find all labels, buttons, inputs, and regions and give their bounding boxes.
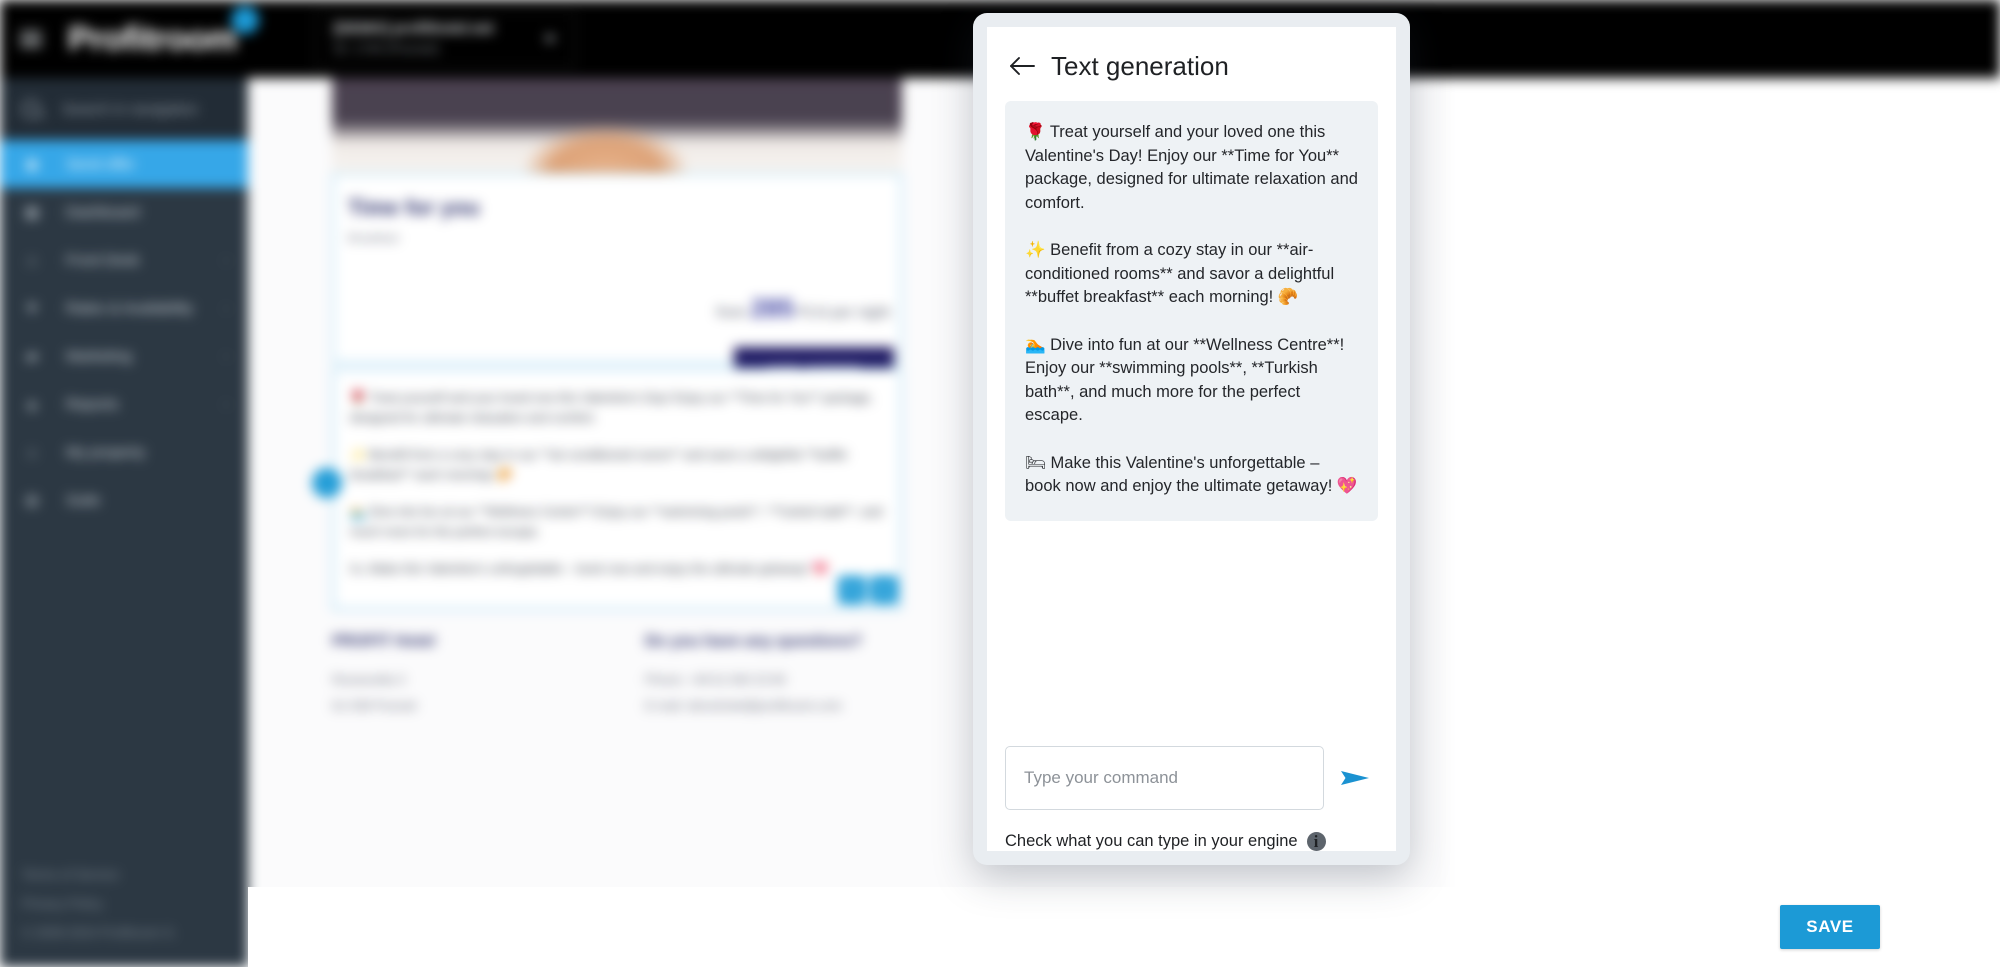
terms-of-service-link[interactable]: Terms of Service <box>22 860 248 889</box>
offer-price: from 285 PLN per night <box>717 293 890 324</box>
hamburger-icon[interactable] <box>20 31 42 47</box>
contact-email: E-mail: demohotel@profitroom.com <box>645 699 842 713</box>
command-input[interactable] <box>1005 746 1324 810</box>
app-window: Profitroom [DEMO] profithotel.net ID: 17… <box>0 0 2000 967</box>
property-icon: ⌂ <box>27 443 37 461</box>
hotel-address-line: 61-538 Poznań <box>332 699 417 713</box>
brand-label: Profitroom <box>68 19 237 58</box>
offer-paragraph: ✨ Benefit from a cozy stay in our **air-… <box>350 448 847 482</box>
modal-header: Text generation <box>987 27 1396 83</box>
generated-paragraph: ✨ Benefit from a cozy stay in our **air-… <box>1025 241 1335 306</box>
drag-handle-icon[interactable]: ◌ <box>312 468 342 498</box>
sidebar-item-suite[interactable]: ◍ Suite <box>0 476 248 524</box>
edit-icon[interactable]: ✎ <box>838 576 866 604</box>
offer-footer: PROFIT Hotel Roosevelta 3 61-538 Poznań … <box>332 633 1032 719</box>
search-placeholder: Search in navigation <box>62 100 198 118</box>
suite-icon: ◍ <box>25 492 39 509</box>
generated-text-bubble: 🌹 Treat yourself and your loved one this… <box>1005 101 1378 521</box>
sidebar-item-marketing[interactable]: ▰ Marketing › <box>0 332 248 380</box>
sidebar-item-my-property[interactable]: ⌂ My property <box>0 428 248 476</box>
generated-paragraph: 🏊 Dive into fun at our **Wellness Centre… <box>1025 335 1345 425</box>
sidebar-item-label: Reports <box>66 395 119 413</box>
sidebar-item-label: Front Desk <box>66 251 140 269</box>
engine-hint[interactable]: Check what you can type in your engine i <box>987 810 1396 851</box>
sidebar-item-label: Dashboard <box>66 203 140 221</box>
chevron-right-icon: › <box>224 349 228 363</box>
rates-icon: ▼ <box>24 299 40 317</box>
hero-image <box>332 78 902 173</box>
info-icon[interactable]: i <box>1306 832 1326 851</box>
back-arrow-icon[interactable] <box>1005 49 1039 83</box>
send-icon[interactable] <box>1334 756 1378 800</box>
sidebar-item-rates-availability[interactable]: ▼ Rates & Availability › <box>0 284 248 332</box>
sidebar-item-dashboard[interactable]: ▦ Dashboard <box>0 188 248 236</box>
sidebar-item-reports[interactable]: ▲ Reports › <box>0 380 248 428</box>
modal-body: Text generation 🌹 Treat yourself and you… <box>987 27 1396 851</box>
generated-paragraph: 🛏 Make this Valentine's unforgettable – … <box>1025 453 1358 496</box>
command-composer <box>987 732 1396 810</box>
sidebar-item-send-offer[interactable]: ◉ Send offer <box>0 140 248 188</box>
questions-heading: Do you have any questions? <box>645 633 863 650</box>
price-prefix: from <box>716 304 747 321</box>
reports-icon: ▲ <box>24 395 40 413</box>
send-offer-icon: ◉ <box>25 156 39 173</box>
contact-phone: Phone: +48 61 840 23 80 <box>645 673 786 687</box>
ai-generate-icon[interactable]: ✦ <box>870 576 898 604</box>
save-button[interactable]: SAVE <box>1780 905 1880 949</box>
sidebar-item-label: Send offer <box>66 155 135 173</box>
text-generation-modal: Text generation 🌹 Treat yourself and you… <box>973 13 1410 865</box>
property-name: [DEMO] profithotel.net <box>333 20 494 38</box>
privacy-policy-link[interactable]: Privacy Policy <box>22 889 248 918</box>
hotel-address-line: Roosevelta 3 <box>332 673 405 687</box>
offer-paragraph: 🌹 Treat yourself and your loved one this… <box>350 391 874 425</box>
marketing-icon: ▰ <box>26 348 38 365</box>
brand-logo[interactable]: Profitroom <box>68 5 259 59</box>
chevron-right-icon: › <box>224 397 228 411</box>
hotel-info-column: PROFIT Hotel Roosevelta 3 61-538 Poznań <box>332 633 435 719</box>
property-id: ID: 1794 (Poznań) <box>333 40 440 56</box>
message-area: 🌹 Treat yourself and your loved one this… <box>987 83 1396 521</box>
block-toolbar: ✎ ✦ <box>838 576 898 604</box>
sidebar: Search in navigation ◉ Send offer ▦ Dash… <box>0 78 248 967</box>
offer-card[interactable]: Time for you Breakfast from 285 PLN per … <box>332 173 902 395</box>
hint-text: Check what you can type in your engine <box>1005 832 1298 850</box>
dashboard-icon: ▦ <box>24 204 40 221</box>
chevron-right-icon: › <box>224 253 228 267</box>
offer-title: Time for you <box>348 195 480 220</box>
search-icon <box>22 100 40 118</box>
sidebar-item-label: My property <box>66 443 146 461</box>
price-suffix: PLN per night <box>798 304 890 321</box>
price-value: 285 <box>750 293 795 323</box>
search-input[interactable]: Search in navigation <box>0 78 248 140</box>
chevron-down-icon <box>543 35 556 43</box>
offer-subtitle: Breakfast <box>348 231 399 245</box>
brand-dot-icon <box>230 5 259 34</box>
sidebar-footer: Terms of Service Privacy Policy © 2009-2… <box>0 860 248 967</box>
offer-text-block[interactable]: ◌ 🌹 Treat yourself and your loved one th… <box>312 368 902 610</box>
contact-info-column: Do you have any questions? Phone: +48 61… <box>645 633 862 719</box>
modal-title: Text generation <box>1051 50 1229 81</box>
sidebar-item-label: Rates & Availability <box>66 299 194 317</box>
sidebar-item-label: Suite <box>66 491 101 509</box>
offer-paragraph: 🛏 Make this Valentine's unforgettable – … <box>350 562 829 576</box>
property-selector[interactable]: [DEMO] profithotel.net ID: 1794 (Poznań) <box>314 10 575 68</box>
sidebar-item-front-desk[interactable]: ⌂ Front Desk › <box>0 236 248 284</box>
copyright-text: © 2009-2024 Profitroom S. <box>22 925 177 940</box>
hotel-name: PROFIT Hotel <box>332 633 436 650</box>
action-bar: SAVE <box>248 887 2000 967</box>
front-desk-icon: ⌂ <box>27 251 37 269</box>
generated-paragraph: 🌹 Treat yourself and your loved one this… <box>1025 123 1358 212</box>
chevron-right-icon: › <box>224 301 228 315</box>
sidebar-item-label: Marketing <box>66 347 132 365</box>
offer-paragraph: 🏊 Dive into fun at our **Wellness Centre… <box>350 505 883 539</box>
